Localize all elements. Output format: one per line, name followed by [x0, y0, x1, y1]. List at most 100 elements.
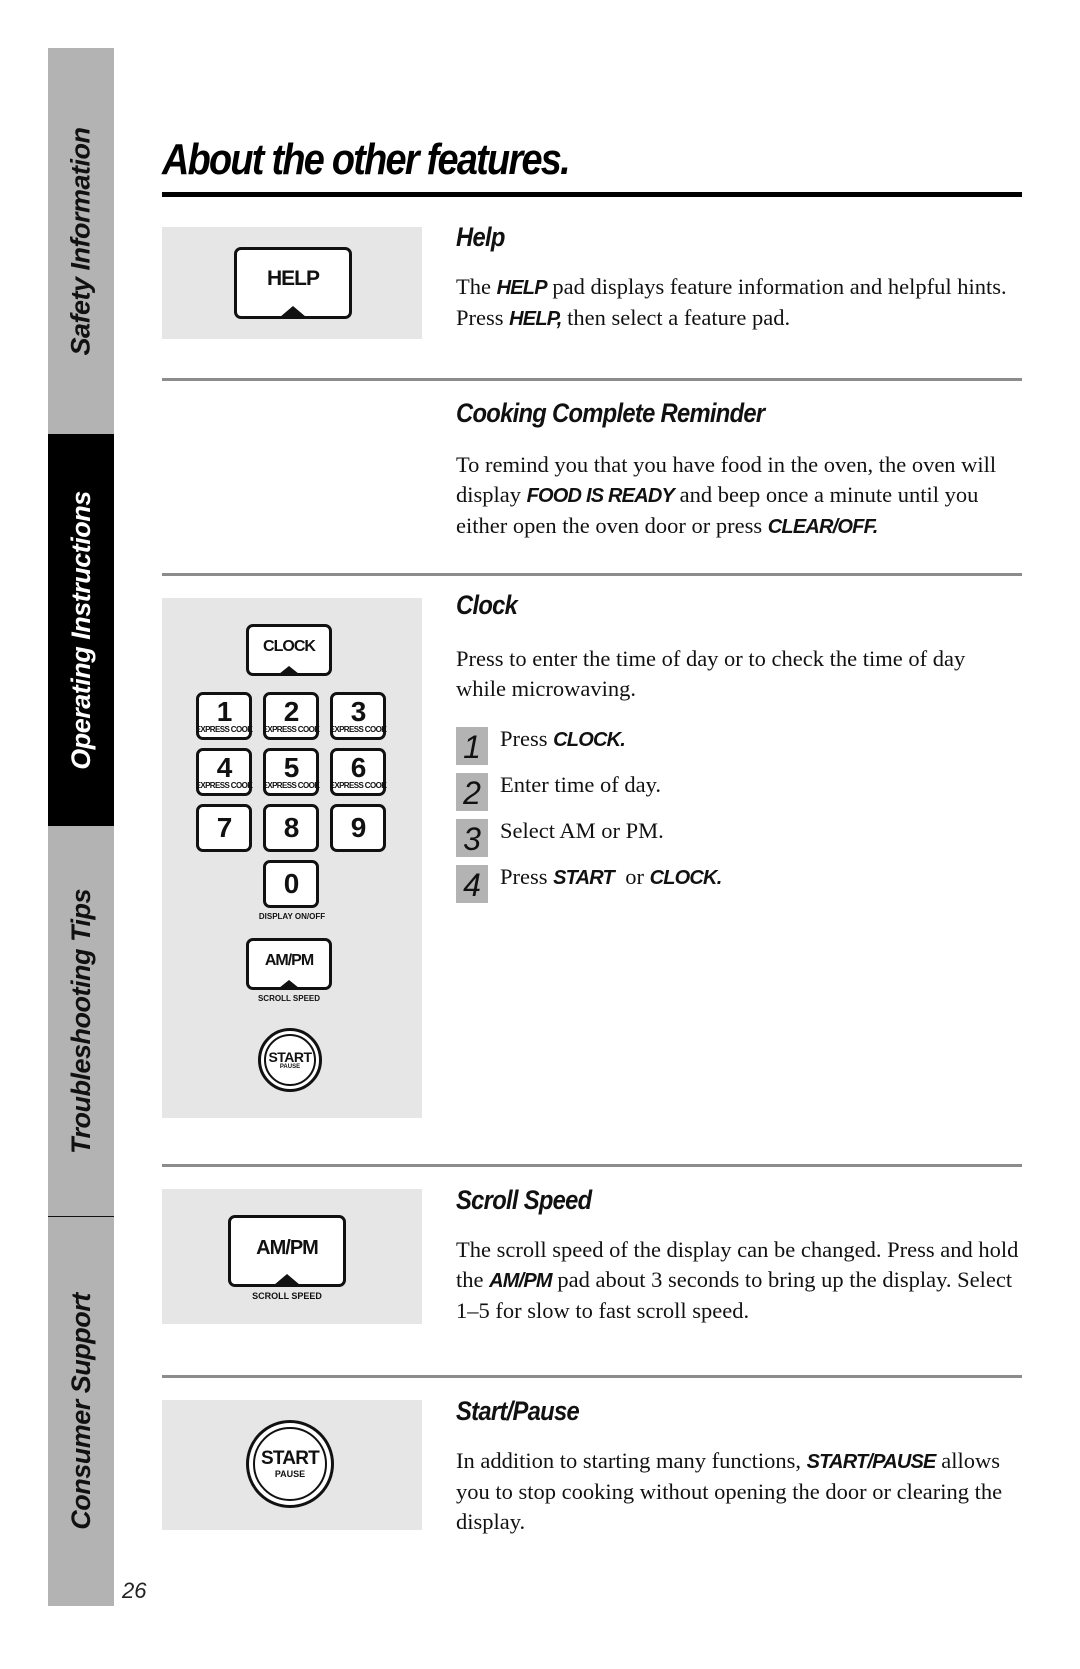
tab-label: Consumer Support	[65, 1293, 96, 1530]
text: Press	[500, 726, 554, 751]
section-divider	[162, 573, 1022, 576]
start-pause-body: In addition to starting many functions, …	[456, 1446, 1011, 1537]
section-divider	[162, 1164, 1022, 1167]
clock-heading: Clock	[456, 590, 518, 620]
step-item: 3 Select AM or PM.	[456, 817, 721, 863]
digit: 7	[216, 812, 233, 843]
digit: 5	[283, 751, 300, 783]
text: Enter time of day.	[500, 772, 661, 797]
keyword: START	[553, 867, 615, 889]
pad-indicator-icon	[279, 666, 299, 674]
digit-9-pad[interactable]: 9	[330, 804, 386, 852]
scroll-speed-label: SCROLL SPEED	[252, 1291, 322, 1301]
step-number: 1	[456, 727, 488, 765]
step-item: 1 Press CLOCK.	[456, 725, 721, 771]
page-number: 26	[122, 1578, 147, 1603]
ampm-pad-large[interactable]: AM/PM	[228, 1215, 346, 1287]
keyword: FOOD IS READY	[526, 485, 675, 507]
step-number: 3	[456, 819, 488, 857]
tab-label: Safety Information	[65, 126, 96, 356]
display-on-off-label: DISPLAY ON/OFF	[258, 912, 326, 921]
keyword: AM/PM	[489, 1270, 552, 1292]
digit-7-pad[interactable]: 7	[196, 804, 252, 852]
digit-3-pad[interactable]: 3 EXPRESS COOK	[329, 692, 387, 740]
ampm-pad-label: AM/PM	[256, 1237, 319, 1259]
tab-troubleshooting-tips[interactable]: Troubleshooting Tips	[48, 826, 114, 1216]
step-text: Press CLOCK.	[500, 725, 626, 754]
keyword: HELP	[496, 277, 548, 299]
clock-body: Press to enter the time of day or to che…	[456, 646, 966, 701]
digit-8-pad[interactable]: 8	[263, 804, 319, 852]
tab-label: Operating Instructions	[65, 490, 96, 770]
help-illustration: HELP	[162, 227, 422, 339]
text: In addition to starting many functions,	[456, 1448, 807, 1473]
step-text: Select AM or PM.	[500, 817, 664, 845]
start-pause-pad[interactable]: START PAUSE	[258, 1028, 322, 1092]
express-cook-label: EXPRESS COOK	[195, 724, 253, 734]
ampm-pad[interactable]: AM/PM	[246, 938, 332, 990]
digit-5-pad[interactable]: 5 EXPRESS COOK	[262, 748, 320, 796]
pad-indicator-icon	[280, 306, 306, 317]
express-cook-label: EXPRESS COOK	[262, 780, 320, 790]
step-item: 4 Press START or CLOCK.	[456, 863, 723, 909]
keyword: START/PAUSE	[806, 1451, 937, 1473]
digit: 8	[283, 812, 300, 843]
title-rule	[162, 192, 1022, 197]
digit-6-pad[interactable]: 6 EXPRESS COOK	[330, 748, 387, 796]
step-text: Enter time of day.	[500, 771, 661, 799]
digit-1-pad[interactable]: 1 EXPRESS COOK	[195, 692, 253, 740]
digit: 2	[283, 695, 300, 727]
scroll-speed-illustration: AM/PM SCROLL SPEED	[162, 1189, 422, 1324]
help-pad-label: HELP	[266, 267, 320, 290]
tab-consumer-support[interactable]: Consumer Support	[48, 1217, 114, 1606]
digit: 0	[283, 868, 300, 899]
pad-indicator-icon	[279, 980, 299, 988]
ampm-pad-label: AM/PM	[264, 952, 314, 969]
digit: 4	[216, 751, 233, 783]
start-pause-illustration: START PAUSE	[162, 1400, 422, 1530]
section-divider	[162, 378, 1022, 381]
digit: 6	[350, 751, 367, 783]
express-cook-label: EXPRESS COOK	[195, 780, 253, 790]
section-sidebar: Safety Information Operating Instruction…	[48, 48, 114, 1606]
start-pause-pad-large[interactable]: START PAUSE	[246, 1420, 334, 1508]
digit-2-pad[interactable]: 2 EXPRESS COOK	[262, 692, 320, 740]
tab-safety-information[interactable]: Safety Information	[48, 48, 114, 434]
step-text: Press START or CLOCK.	[500, 863, 723, 892]
pause-label: PAUSE	[279, 1064, 301, 1070]
help-heading: Help	[456, 222, 505, 252]
text: Press	[500, 864, 554, 889]
step-number: 4	[456, 865, 488, 903]
step-number: 2	[456, 773, 488, 811]
scroll-speed-body: The scroll speed of the display can be c…	[456, 1235, 1021, 1326]
keyword: CLEAR/OFF.	[767, 516, 879, 538]
keyword: CLOCK.	[649, 867, 723, 889]
start-pause-heading: Start/Pause	[456, 1396, 580, 1426]
express-cook-label: EXPRESS COOK	[329, 724, 387, 734]
start-label: START	[261, 1448, 320, 1469]
digit: 1	[216, 695, 233, 727]
digit: 9	[350, 812, 367, 843]
pause-label: PAUSE	[274, 1469, 306, 1479]
clock-pad[interactable]: CLOCK	[246, 624, 332, 676]
clock-steps: 1 Press CLOCK. 2 Enter time of day. 3 Se…	[456, 725, 723, 909]
keypad-illustration: CLOCK 1 EXPRESS COOK 2 EXPRESS COOK 3 EXPRE…	[162, 598, 422, 1118]
start-label: START	[268, 1049, 312, 1065]
clock-pad-label: CLOCK	[263, 638, 316, 655]
digit-4-pad[interactable]: 4 EXPRESS COOK	[195, 748, 253, 796]
reminder-body: To remind you that you have food in the …	[456, 450, 1031, 542]
text: The	[456, 274, 497, 299]
keyword: CLOCK.	[553, 729, 626, 751]
section-divider	[162, 1375, 1022, 1378]
tab-label: Troubleshooting Tips	[65, 888, 96, 1154]
tab-operating-instructions[interactable]: Operating Instructions	[48, 434, 114, 826]
help-pad[interactable]: HELP	[234, 247, 352, 319]
digit-0-pad[interactable]: 0	[263, 860, 319, 908]
page-title: About the other features.	[162, 135, 571, 184]
keyword: HELP,	[509, 308, 562, 330]
express-cook-label: EXPRESS COOK	[262, 724, 320, 734]
help-body: The HELP pad displays feature informatio…	[456, 272, 1016, 334]
digit: 3	[350, 695, 367, 727]
text: or	[613, 864, 650, 889]
pad-indicator-icon	[274, 1274, 300, 1285]
